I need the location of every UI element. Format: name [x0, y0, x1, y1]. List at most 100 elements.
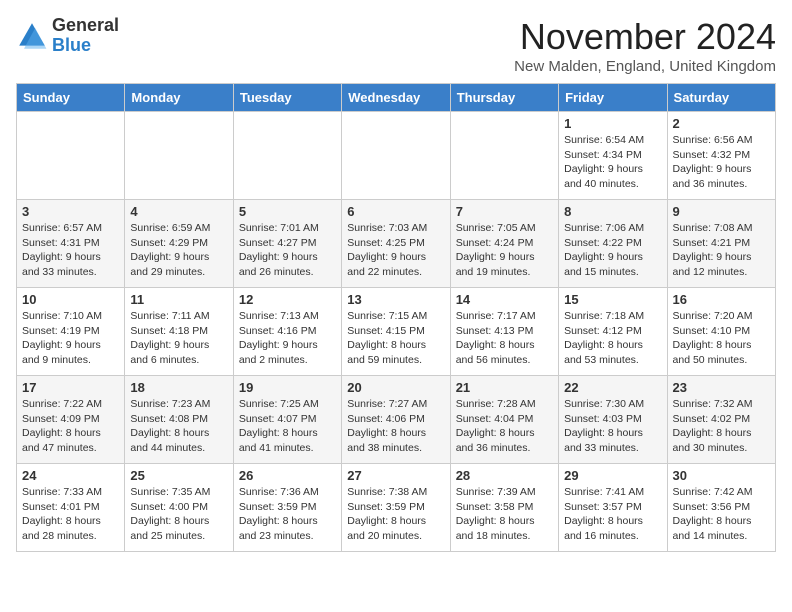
header-day-wednesday: Wednesday — [342, 84, 450, 112]
day-number: 18 — [130, 380, 227, 395]
day-number: 29 — [564, 468, 661, 483]
header-day-monday: Monday — [125, 84, 233, 112]
calendar-cell: 30Sunrise: 7:42 AM Sunset: 3:56 PM Dayli… — [667, 464, 775, 552]
day-number: 13 — [347, 292, 444, 307]
day-number: 21 — [456, 380, 553, 395]
day-info: Sunrise: 7:01 AM Sunset: 4:27 PM Dayligh… — [239, 221, 336, 280]
calendar-cell — [17, 112, 125, 200]
logo: General Blue — [16, 16, 119, 56]
calendar-cell: 10Sunrise: 7:10 AM Sunset: 4:19 PM Dayli… — [17, 288, 125, 376]
day-info: Sunrise: 7:32 AM Sunset: 4:02 PM Dayligh… — [673, 397, 770, 456]
calendar-cell: 17Sunrise: 7:22 AM Sunset: 4:09 PM Dayli… — [17, 376, 125, 464]
day-info: Sunrise: 7:30 AM Sunset: 4:03 PM Dayligh… — [564, 397, 661, 456]
day-info: Sunrise: 7:13 AM Sunset: 4:16 PM Dayligh… — [239, 309, 336, 368]
day-number: 24 — [22, 468, 119, 483]
calendar-cell: 15Sunrise: 7:18 AM Sunset: 4:12 PM Dayli… — [559, 288, 667, 376]
day-number: 9 — [673, 204, 770, 219]
calendar-cell: 29 Sunrise: 7:41 AM Sunset: 3:57 PM Dayli… — [559, 464, 667, 552]
logo-icon — [16, 20, 48, 52]
day-info: Sunrise: 7:41 AM Sunset: 3:57 PM Dayligh… — [564, 485, 661, 544]
calendar-cell: 16 Sunrise: 7:20 AM Sunset: 4:10 PM Dayli… — [667, 288, 775, 376]
day-number: 5 — [239, 204, 336, 219]
day-number: 25 — [130, 468, 227, 483]
week-row-1: 3 Sunrise: 6:57 AM Sunset: 4:31 PM Daylig… — [17, 200, 776, 288]
day-info: Sunrise: 7:23 AM Sunset: 4:08 PM Dayligh… — [130, 397, 227, 456]
day-info: Sunrise: 6:56 AM Sunset: 4:32 PM Dayligh… — [673, 133, 770, 192]
calendar-cell: 27 Sunrise: 7:38 AM Sunset: 3:59 PM Dayli… — [342, 464, 450, 552]
calendar-cell — [125, 112, 233, 200]
day-info: Sunrise: 7:17 AM Sunset: 4:13 PM Dayligh… — [456, 309, 553, 368]
calendar-cell: 21 Sunrise: 7:28 AM Sunset: 4:04 PM Dayli… — [450, 376, 558, 464]
day-number: 6 — [347, 204, 444, 219]
day-number: 3 — [22, 204, 119, 219]
location-subtitle: New Malden, England, United Kingdom — [514, 58, 776, 75]
day-info: Sunrise: 6:57 AM Sunset: 4:31 PM Dayligh… — [22, 221, 119, 280]
calendar-cell: 11 Sunrise: 7:11 AM Sunset: 4:18 PM Dayli… — [125, 288, 233, 376]
day-number: 26 — [239, 468, 336, 483]
week-row-3: 17Sunrise: 7:22 AM Sunset: 4:09 PM Dayli… — [17, 376, 776, 464]
calendar-cell: 14Sunrise: 7:17 AM Sunset: 4:13 PM Dayli… — [450, 288, 558, 376]
header-day-sunday: Sunday — [17, 84, 125, 112]
logo-blue-text: Blue — [52, 36, 119, 56]
day-info: Sunrise: 7:27 AM Sunset: 4:06 PM Dayligh… — [347, 397, 444, 456]
day-info: Sunrise: 7:25 AM Sunset: 4:07 PM Dayligh… — [239, 397, 336, 456]
day-info: Sunrise: 7:05 AM Sunset: 4:24 PM Dayligh… — [456, 221, 553, 280]
calendar-cell — [233, 112, 341, 200]
week-row-4: 24 Sunrise: 7:33 AM Sunset: 4:01 PM Dayli… — [17, 464, 776, 552]
header-day-thursday: Thursday — [450, 84, 558, 112]
calendar-cell: 8 Sunrise: 7:06 AM Sunset: 4:22 PM Daylig… — [559, 200, 667, 288]
header: General Blue November 2024 New Malden, E… — [16, 16, 776, 75]
calendar-cell: 2 Sunrise: 6:56 AM Sunset: 4:32 PM Daylig… — [667, 112, 775, 200]
calendar-cell: 25 Sunrise: 7:35 AM Sunset: 4:00 PM Dayli… — [125, 464, 233, 552]
calendar-cell — [450, 112, 558, 200]
day-info: Sunrise: 7:33 AM Sunset: 4:01 PM Dayligh… — [22, 485, 119, 544]
calendar-cell: 13 Sunrise: 7:15 AM Sunset: 4:15 PM Dayli… — [342, 288, 450, 376]
day-info: Sunrise: 6:59 AM Sunset: 4:29 PM Dayligh… — [130, 221, 227, 280]
header-day-tuesday: Tuesday — [233, 84, 341, 112]
calendar-cell: 23 Sunrise: 7:32 AM Sunset: 4:02 PM Dayli… — [667, 376, 775, 464]
calendar-cell: 19Sunrise: 7:25 AM Sunset: 4:07 PM Dayli… — [233, 376, 341, 464]
calendar-cell: 20Sunrise: 7:27 AM Sunset: 4:06 PM Dayli… — [342, 376, 450, 464]
day-info: Sunrise: 7:06 AM Sunset: 4:22 PM Dayligh… — [564, 221, 661, 280]
calendar-cell: 7 Sunrise: 7:05 AM Sunset: 4:24 PM Daylig… — [450, 200, 558, 288]
day-number: 12 — [239, 292, 336, 307]
day-number: 2 — [673, 116, 770, 131]
day-number: 8 — [564, 204, 661, 219]
calendar-header: SundayMondayTuesdayWednesdayThursdayFrid… — [17, 84, 776, 112]
calendar-table: SundayMondayTuesdayWednesdayThursdayFrid… — [16, 83, 776, 552]
day-number: 16 — [673, 292, 770, 307]
header-day-saturday: Saturday — [667, 84, 775, 112]
title-area: November 2024 New Malden, England, Unite… — [514, 16, 776, 75]
day-info: Sunrise: 7:22 AM Sunset: 4:09 PM Dayligh… — [22, 397, 119, 456]
day-number: 23 — [673, 380, 770, 395]
day-info: Sunrise: 7:08 AM Sunset: 4:21 PM Dayligh… — [673, 221, 770, 280]
calendar-cell: 28 Sunrise: 7:39 AM Sunset: 3:58 PM Dayli… — [450, 464, 558, 552]
day-number: 15 — [564, 292, 661, 307]
day-number: 7 — [456, 204, 553, 219]
day-number: 11 — [130, 292, 227, 307]
day-number: 4 — [130, 204, 227, 219]
logo-text: General Blue — [52, 16, 119, 56]
day-info: Sunrise: 7:28 AM Sunset: 4:04 PM Dayligh… — [456, 397, 553, 456]
week-row-0: 1Sunrise: 6:54 AM Sunset: 4:34 PM Daylig… — [17, 112, 776, 200]
day-info: Sunrise: 7:39 AM Sunset: 3:58 PM Dayligh… — [456, 485, 553, 544]
day-info: Sunrise: 7:36 AM Sunset: 3:59 PM Dayligh… — [239, 485, 336, 544]
calendar-cell: 18 Sunrise: 7:23 AM Sunset: 4:08 PM Dayli… — [125, 376, 233, 464]
logo-general-text: General — [52, 16, 119, 36]
day-info: Sunrise: 7:15 AM Sunset: 4:15 PM Dayligh… — [347, 309, 444, 368]
week-row-2: 10Sunrise: 7:10 AM Sunset: 4:19 PM Dayli… — [17, 288, 776, 376]
header-row: SundayMondayTuesdayWednesdayThursdayFrid… — [17, 84, 776, 112]
calendar-cell — [342, 112, 450, 200]
calendar-cell: 9 Sunrise: 7:08 AM Sunset: 4:21 PM Daylig… — [667, 200, 775, 288]
day-number: 27 — [347, 468, 444, 483]
calendar-cell: 1Sunrise: 6:54 AM Sunset: 4:34 PM Daylig… — [559, 112, 667, 200]
day-info: Sunrise: 7:11 AM Sunset: 4:18 PM Dayligh… — [130, 309, 227, 368]
calendar-cell: 24 Sunrise: 7:33 AM Sunset: 4:01 PM Dayli… — [17, 464, 125, 552]
calendar-body: 1Sunrise: 6:54 AM Sunset: 4:34 PM Daylig… — [17, 112, 776, 552]
day-info: Sunrise: 7:20 AM Sunset: 4:10 PM Dayligh… — [673, 309, 770, 368]
day-info: Sunrise: 7:10 AM Sunset: 4:19 PM Dayligh… — [22, 309, 119, 368]
day-number: 28 — [456, 468, 553, 483]
day-info: Sunrise: 7:38 AM Sunset: 3:59 PM Dayligh… — [347, 485, 444, 544]
day-info: Sunrise: 7:35 AM Sunset: 4:00 PM Dayligh… — [130, 485, 227, 544]
day-number: 1 — [564, 116, 661, 131]
